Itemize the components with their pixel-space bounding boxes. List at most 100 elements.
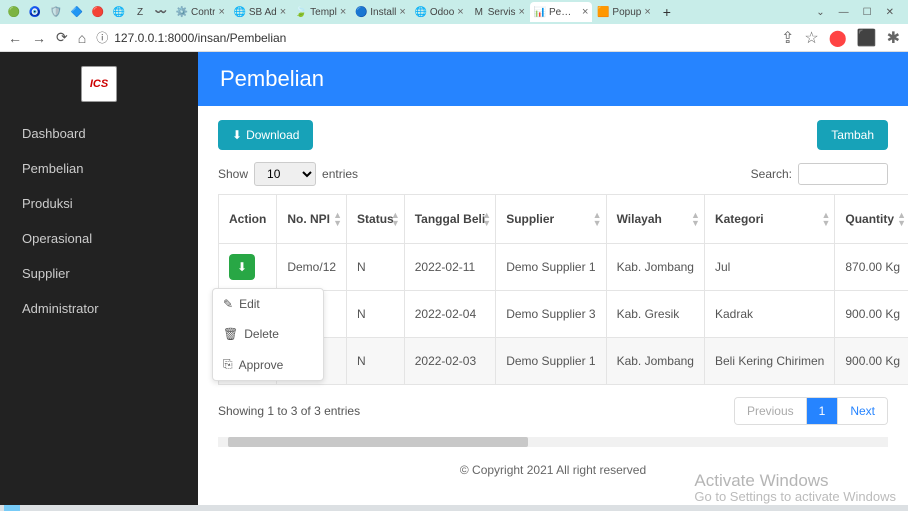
tab-favicon: 🟢 (8, 6, 20, 18)
taskbar (0, 505, 908, 511)
browser-tab[interactable]: 🍃Templ× (291, 2, 350, 22)
horizontal-scrollbar[interactable] (218, 437, 888, 447)
browser-tab[interactable]: MServis× (469, 2, 529, 22)
column-tanggal-beli[interactable]: Tanggal Beli▲▼ (404, 195, 495, 244)
browser-tab[interactable]: 🔷 (67, 2, 87, 22)
download-button[interactable]: ⬇ Download (218, 120, 313, 150)
tab-close-icon[interactable]: × (280, 6, 286, 18)
browser-tab[interactable]: 🌐SB Ad× (230, 2, 290, 22)
cell: ⬇ (219, 244, 277, 291)
column-supplier[interactable]: Supplier▲▼ (496, 195, 606, 244)
opera-ext-icon[interactable]: ⬤ (829, 28, 847, 48)
column-action[interactable]: Action (219, 195, 277, 244)
browser-tab[interactable]: 📊Pembe× (530, 2, 592, 22)
tab-close-icon[interactable]: × (340, 6, 346, 18)
browser-tab-strip: 🟢🧿🛡️🔷🔴🌐Z〰️⚙️Contr×🌐SB Ad×🍃Templ×🔵Install… (0, 0, 908, 24)
tab-close-icon[interactable]: × (582, 6, 588, 18)
column-kategori[interactable]: Kategori▲▼ (704, 195, 834, 244)
browser-tab[interactable]: 🌐Odoo× (411, 2, 468, 22)
dropdown-delete[interactable]: 🗑 Delete (213, 319, 323, 349)
page-prev[interactable]: Previous (735, 398, 807, 424)
column-wilayah[interactable]: Wilayah▲▼ (606, 195, 704, 244)
action-dropdown: ✎ Edit 🗑 Delete ⎘ Approve (212, 288, 324, 381)
tab-close-icon[interactable]: × (399, 6, 405, 18)
more-icon[interactable]: ✱ (887, 28, 900, 48)
page-1[interactable]: 1 (807, 398, 839, 424)
browser-tab[interactable]: Z (130, 2, 150, 22)
window-maximize[interactable]: ☐ (863, 7, 872, 18)
entries-select[interactable]: 10 (254, 162, 316, 186)
row-action-button[interactable]: ⬇ (229, 254, 255, 280)
main-content: Pembelian ⬇ Download Tambah Show 10 entr… (198, 52, 908, 511)
column-quantity[interactable]: Quantity▲▼ (835, 195, 908, 244)
cell: Demo Supplier 1 (496, 244, 606, 291)
page-title: Pembelian (198, 52, 908, 106)
cell: Kab. Jombang (606, 244, 704, 291)
search-input[interactable] (798, 163, 888, 185)
pagination: Previous 1 Next (734, 397, 888, 425)
extensions-icon[interactable]: ⬛ (857, 28, 877, 48)
tab-close-icon[interactable]: × (218, 6, 224, 18)
cell: Beli Kering Chirimen (704, 338, 834, 385)
sidebar-item-dashboard[interactable]: Dashboard (0, 116, 198, 151)
tab-close-icon[interactable]: × (644, 6, 650, 18)
sidebar: ICS DashboardPembelianProduksiOperasiona… (0, 52, 198, 511)
column-status[interactable]: Status▲▼ (347, 195, 405, 244)
url-field[interactable]: ⓘ 127.0.0.1:8000/insan/Pembelian (96, 29, 771, 46)
dropdown-approve[interactable]: ⎘ Approve (213, 349, 323, 380)
window-minimize[interactable]: ― (839, 7, 849, 18)
entries-label: entries (322, 167, 358, 181)
tab-label: Pembe (549, 7, 579, 18)
pencil-icon: ✎ (223, 297, 233, 311)
sort-icon: ▲▼ (593, 211, 602, 227)
share-icon[interactable]: ⇪ (781, 28, 794, 48)
cell: Kadrak (704, 291, 834, 338)
bookmark-icon[interactable]: ☆ (804, 28, 818, 48)
home-button[interactable]: ⌂ (78, 30, 86, 46)
sidebar-item-operasional[interactable]: Operasional (0, 221, 198, 256)
sidebar-item-supplier[interactable]: Supplier (0, 256, 198, 291)
tab-favicon: 🔵 (355, 6, 367, 18)
forward-button[interactable]: → (32, 30, 46, 46)
browser-tab[interactable]: 🧿 (25, 2, 45, 22)
logo[interactable]: ICS (0, 60, 198, 116)
browser-tab[interactable]: 🟧Popup× (593, 2, 654, 22)
dropdown-edit[interactable]: ✎ Edit (213, 289, 323, 319)
column-no-npi[interactable]: No. NPI▲▼ (277, 195, 347, 244)
tab-label: Templ (310, 7, 337, 18)
tambah-button[interactable]: Tambah (817, 120, 888, 150)
start-icon[interactable] (4, 505, 20, 511)
window-close[interactable]: ✕ (886, 7, 894, 18)
browser-tab[interactable]: 🔵Install× (351, 2, 410, 22)
back-button[interactable]: ← (8, 30, 22, 46)
table-info: Showing 1 to 3 of 3 entries (218, 404, 360, 418)
tab-favicon: M (473, 6, 485, 18)
window-minimize[interactable]: ⌄ (816, 7, 824, 18)
tab-favicon: Z (134, 6, 146, 18)
tab-label: Popup (612, 7, 641, 18)
tab-close-icon[interactable]: × (457, 6, 463, 18)
browser-tab[interactable]: 🛡️ (46, 2, 66, 22)
browser-tab[interactable]: 〰️ (151, 2, 171, 22)
cell: Kab. Gresik (606, 291, 704, 338)
new-tab-button[interactable]: + (657, 4, 677, 20)
browser-tab[interactable]: 🌐 (109, 2, 129, 22)
cell: Demo Supplier 1 (496, 338, 606, 385)
site-info-icon[interactable]: ⓘ (96, 29, 108, 46)
scrollbar-thumb[interactable] (228, 437, 528, 447)
sidebar-item-administrator[interactable]: Administrator (0, 291, 198, 326)
tab-favicon: 🧿 (29, 6, 41, 18)
sidebar-item-produksi[interactable]: Produksi (0, 186, 198, 221)
trash-icon: 🗑 (223, 327, 238, 341)
reload-button[interactable]: ⟳ (56, 29, 68, 46)
cell: Jul (704, 244, 834, 291)
approve-icon: ⎘ (223, 357, 233, 372)
browser-tab[interactable]: 🟢 (4, 2, 24, 22)
search-label: Search: (751, 167, 792, 181)
sidebar-item-pembelian[interactable]: Pembelian (0, 151, 198, 186)
browser-tab[interactable]: ⚙️Contr× (172, 2, 229, 22)
tab-close-icon[interactable]: × (519, 6, 525, 18)
browser-tab[interactable]: 🔴 (88, 2, 108, 22)
page-next[interactable]: Next (838, 398, 887, 424)
tab-favicon: 🌐 (234, 6, 246, 18)
